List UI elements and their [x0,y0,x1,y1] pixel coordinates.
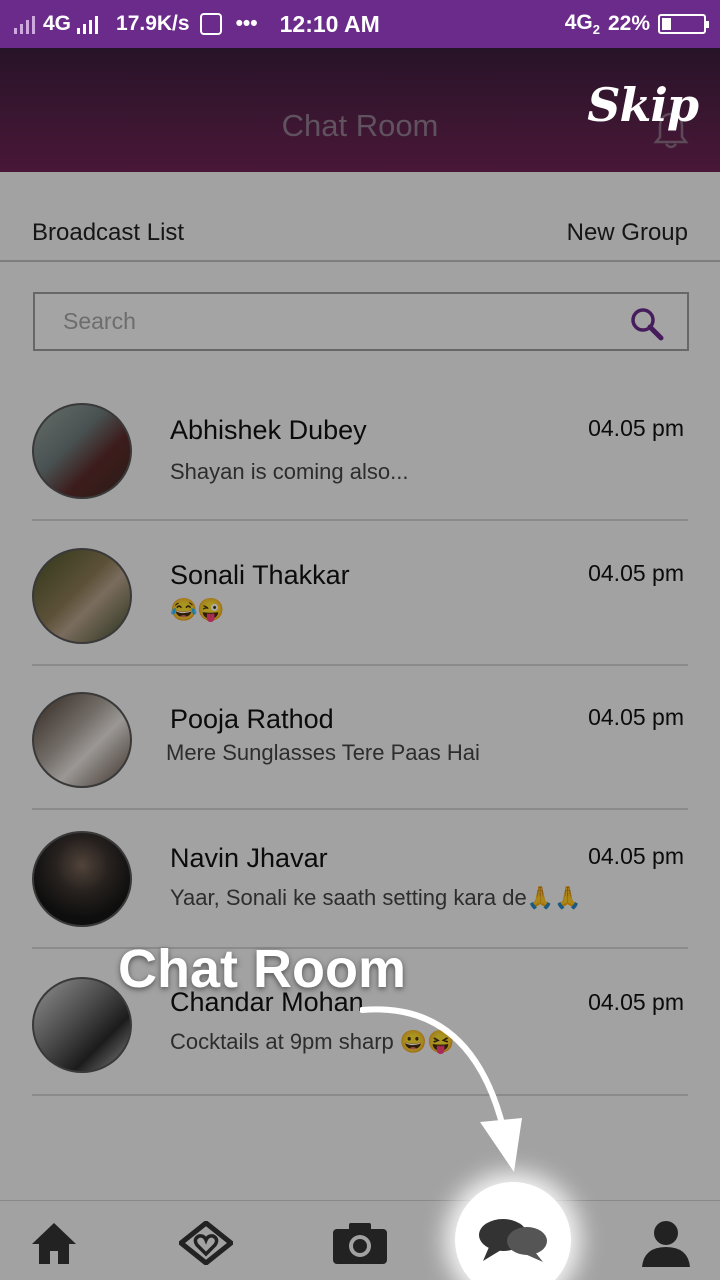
chat-item[interactable]: Abhishek Dubey 04.05 pm Shayan is coming… [32,375,688,521]
chat-time: 04.05 pm [588,704,684,730]
chat-preview: Mere Sunglasses Tere Paas Hai [166,740,480,765]
avatar [32,548,132,644]
chat-name: Navin Jhavar [170,843,328,873]
chat-time: 04.05 pm [588,843,684,869]
network-speed: 17.9K/s [116,12,190,35]
search-input[interactable] [35,294,595,349]
chat-name: Pooja Rathod [170,704,334,734]
signal-icon [14,14,35,34]
profile-icon[interactable] [638,1215,694,1271]
coach-title: Chat Room [118,939,406,999]
arrow-icon [360,1006,522,1172]
chat-tabs: Broadcast List New Group [0,172,720,262]
chat-item[interactable]: Navin Jhavar 04.05 pm Yaar, Sonali ke sa… [32,810,688,949]
chat-preview: Shayan is coming also... [170,459,409,484]
chat-icon [479,1219,547,1262]
battery-icon [658,14,709,34]
camera-icon[interactable] [332,1215,388,1271]
more-notifications: ••• [235,12,258,35]
chat-preview: 😂😜 [170,597,225,622]
search-box [33,292,689,351]
status-bar: 4G 17.9K/s ••• 12:10 AM 4G2 22% [0,0,720,48]
chat-item[interactable]: Pooja Rathod 04.05 pm Mere Sunglasses Te… [32,666,688,810]
network-type-2: 4G2 [564,10,600,38]
matches-icon[interactable] [178,1215,234,1271]
search-icon[interactable] [629,306,665,342]
chat-name: Abhishek Dubey [170,415,367,445]
battery-percent: 22% [607,12,650,35]
avatar [32,977,132,1073]
chat-time: 04.05 pm [588,560,684,586]
chat-item[interactable]: Sonali Thakkar 04.05 pm 😂😜 [32,521,688,666]
avatar [32,403,132,499]
bottom-navigation [0,1200,720,1280]
nav-chat-highlight[interactable] [455,1182,571,1280]
tab-new-group[interactable]: New Group [567,219,688,247]
skip-button[interactable]: Skip [587,78,699,132]
chat-preview: Yaar, Sonali ke saath setting kara de🙏🙏 [170,885,582,910]
chat-time: 04.05 pm [588,989,684,1015]
clock: 12:10 AM [279,10,380,37]
signal-strong-icon [77,14,99,34]
avatar [32,692,132,788]
network-type: 4G [43,12,72,35]
chat-time: 04.05 pm [588,415,684,441]
tab-broadcast-list[interactable]: Broadcast List [32,219,184,247]
avatar [32,831,132,927]
vpn-icon [199,13,222,35]
chat-name: Sonali Thakkar [170,560,350,590]
home-icon[interactable] [26,1215,82,1271]
